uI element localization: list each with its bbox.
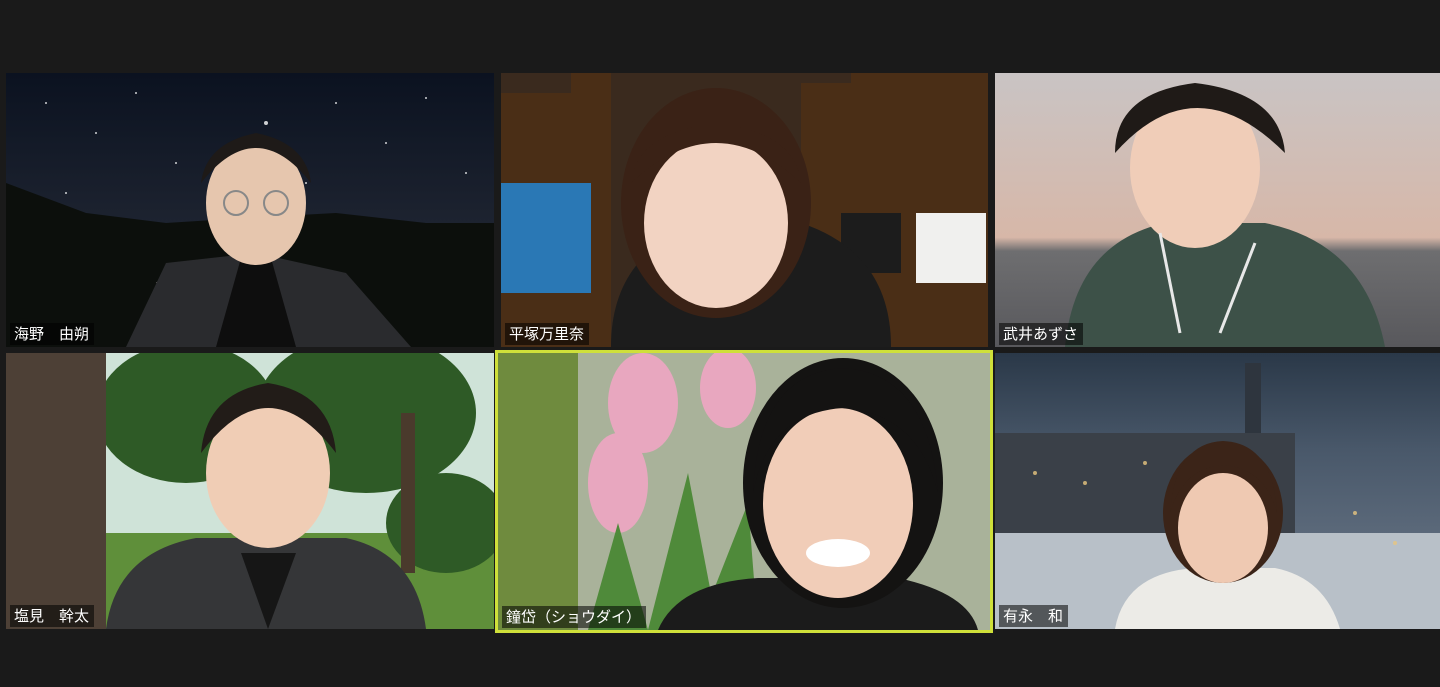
participant-name: 海野 由朔 xyxy=(10,323,95,345)
participant-name: 鐘岱（ショウダイ） xyxy=(502,606,647,628)
video-tile-4[interactable]: 塩見 幹太 xyxy=(6,353,494,629)
forest-background xyxy=(6,353,494,629)
participant-name: 平塚万里奈 xyxy=(505,323,590,345)
video-tile-6[interactable]: 有永 和 xyxy=(995,353,1440,629)
video-tile-1[interactable]: 海野 由朔 xyxy=(6,73,494,347)
participant-name: 武井あずさ xyxy=(999,323,1084,345)
city-background xyxy=(995,353,1440,629)
beer-bottles-background xyxy=(501,73,988,347)
night-sky-background xyxy=(6,73,494,347)
participant-name: 塩見 幹太 xyxy=(10,605,95,627)
participant-name: 有永 和 xyxy=(999,605,1069,627)
video-tile-2[interactable]: 平塚万里奈 xyxy=(501,73,988,347)
tulips-background xyxy=(498,353,990,630)
video-tile-3[interactable]: 武井あずさ xyxy=(995,73,1440,347)
sea-background xyxy=(995,73,1440,347)
video-tile-5[interactable]: 鐘岱（ショウダイ） xyxy=(498,353,990,630)
